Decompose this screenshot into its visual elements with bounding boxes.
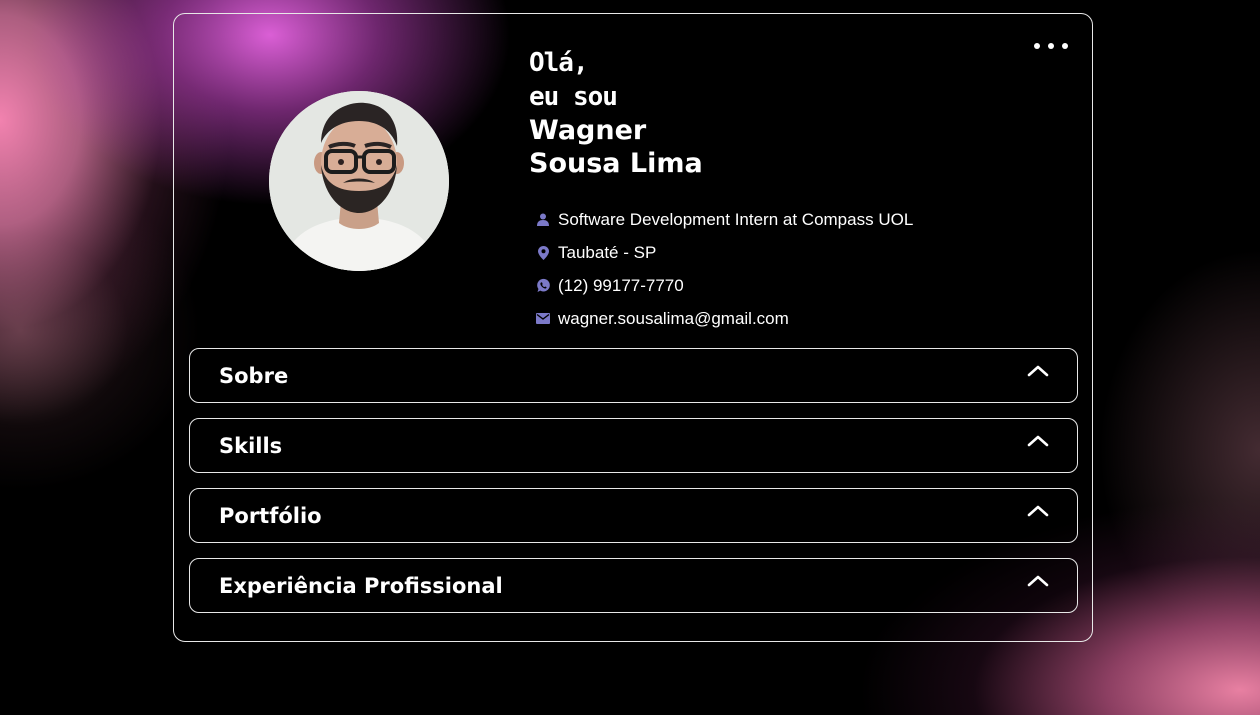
- info-role-text: Software Development Intern at Compass U…: [558, 209, 914, 229]
- chevron-up-icon: [1027, 365, 1049, 376]
- info-phone-text: (12) 99177-7770: [558, 275, 684, 295]
- info-location: Taubaté - SP: [535, 236, 913, 269]
- accordion-experiencia-label: Experiência Profissional: [219, 573, 503, 598]
- accordion-skills-label: Skills: [219, 433, 283, 458]
- greeting-line-1: Olá,: [529, 48, 589, 78]
- name-line-2: Sousa Lima: [529, 148, 703, 179]
- accordion-skills[interactable]: Skills: [189, 418, 1078, 473]
- chevron-up-icon: [1027, 575, 1049, 586]
- info-email-text: wagner.sousalima@gmail.com: [558, 308, 789, 328]
- location-pin-icon: [535, 245, 551, 261]
- person-icon: [535, 212, 551, 228]
- contact-info-list: Software Development Intern at Compass U…: [535, 203, 913, 335]
- chevron-up-icon: [1027, 435, 1049, 446]
- info-email[interactable]: wagner.sousalima@gmail.com: [535, 302, 913, 335]
- more-options-icon[interactable]: [1034, 38, 1068, 54]
- info-role: Software Development Intern at Compass U…: [535, 203, 913, 236]
- chevron-up-icon: [1027, 505, 1049, 516]
- envelope-icon: [535, 311, 551, 327]
- accordion-portfolio-label: Portfólio: [219, 503, 322, 528]
- accordion-sobre-label: Sobre: [219, 363, 289, 388]
- greeting-line-2: eu sou: [529, 82, 618, 112]
- accordion-portfolio[interactable]: Portfólio: [189, 488, 1078, 543]
- whatsapp-icon: [535, 278, 551, 294]
- greeting-heading: Olá, eu sou Wagner Sousa Lima: [529, 46, 703, 180]
- name-line-1: Wagner: [529, 115, 647, 146]
- info-location-text: Taubaté - SP: [558, 242, 657, 262]
- avatar: [269, 91, 449, 271]
- accordion-experiencia[interactable]: Experiência Profissional: [189, 558, 1078, 613]
- info-phone[interactable]: (12) 99177-7770: [535, 269, 913, 302]
- accordion-sobre[interactable]: Sobre: [189, 348, 1078, 403]
